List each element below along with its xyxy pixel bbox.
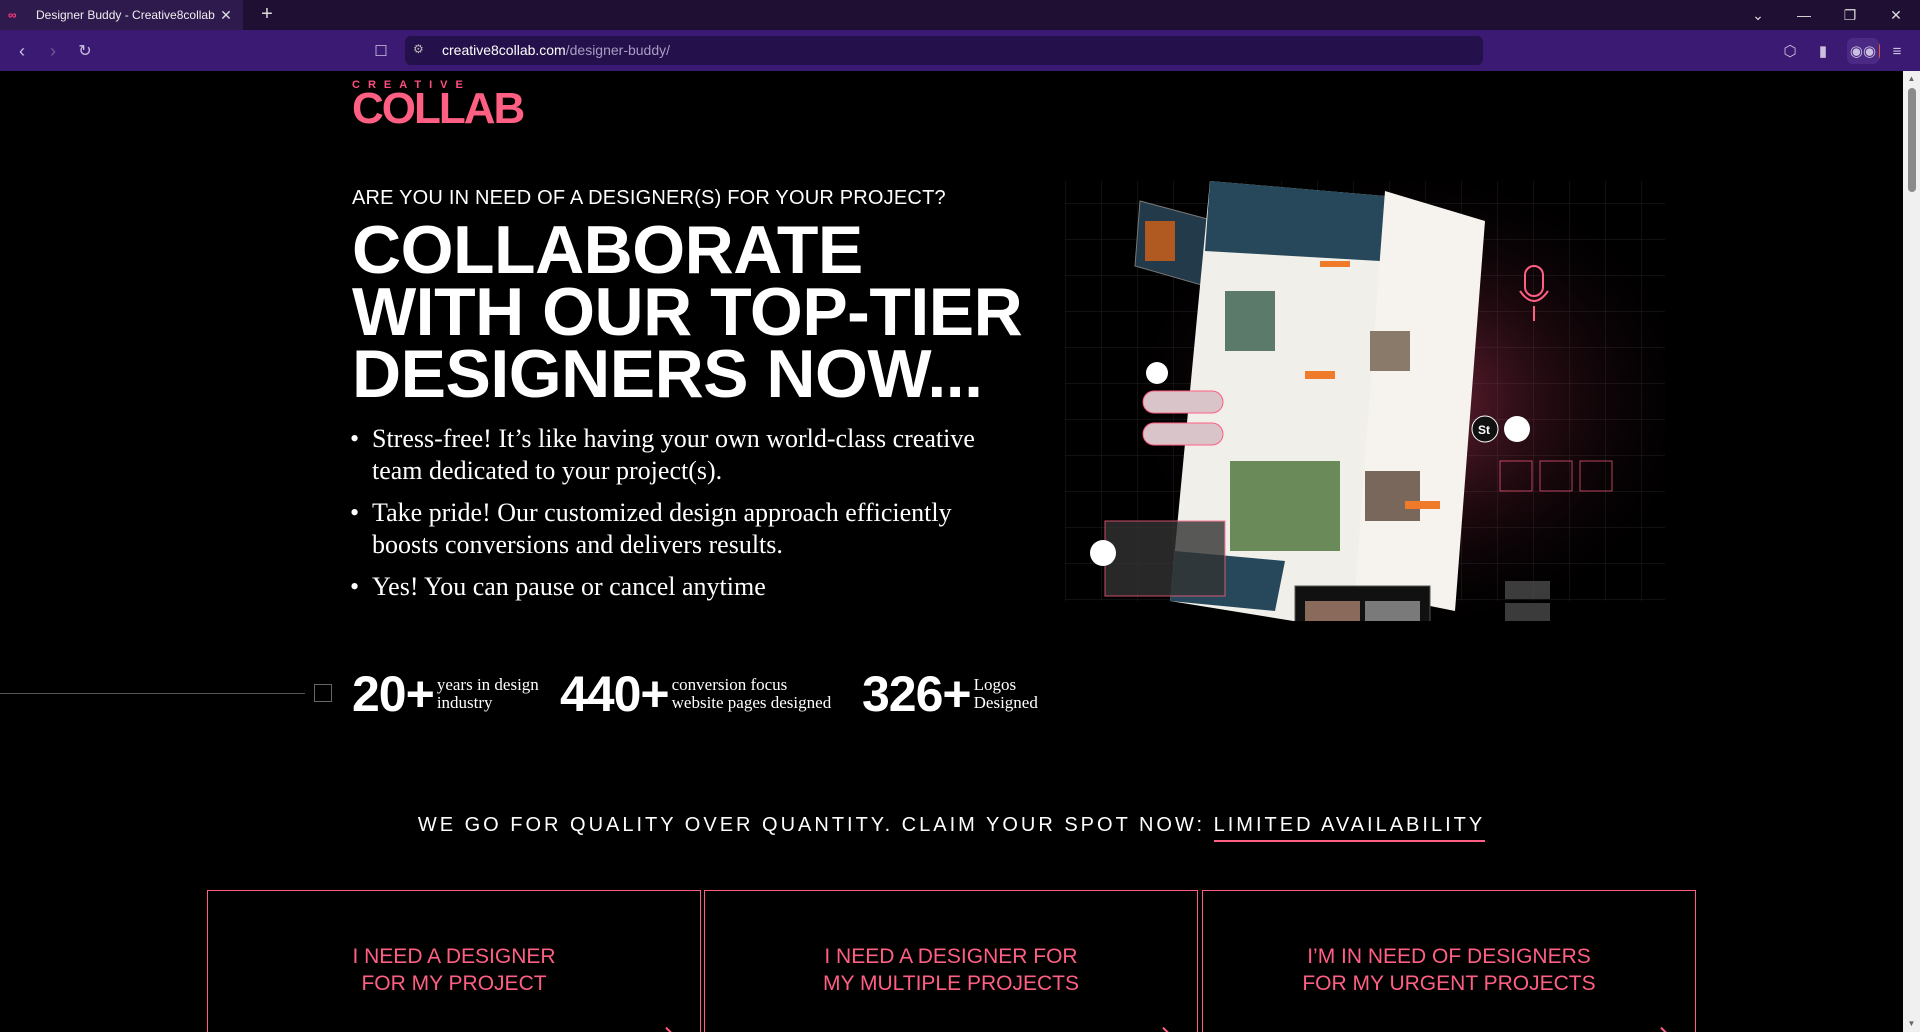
stat-label-line: industry <box>436 693 493 712</box>
stat-label-line: years in design <box>436 675 539 694</box>
bookmark-icon[interactable]: ☐ <box>368 38 394 64</box>
tab-bar: ∞ Designer Buddy - Creative8collab ✕ + ⌄… <box>0 0 1920 30</box>
tab-title: Designer Buddy - Creative8collab <box>36 8 215 22</box>
scroll-down-icon[interactable]: ▼ <box>1907 1019 1916 1028</box>
benefit-item: Take pride! Our customized design approa… <box>350 497 990 561</box>
url-path: /designer-buddy/ <box>565 42 671 58</box>
limited-availability-link[interactable]: LIMITED AVAILABILITY <box>1213 814 1486 842</box>
benefit-list: Stress-free! It’s like having your own w… <box>350 423 990 613</box>
tab-close-icon[interactable]: ✕ <box>217 7 235 24</box>
stat-number: 20+ <box>352 666 435 722</box>
site-info-icon[interactable]: ⚙ <box>413 42 429 58</box>
option-card-single-project[interactable]: I NEED A DESIGNER FOR MY PROJECT ↘ <box>207 890 701 1032</box>
hero-mockup-illustration: St <box>1065 131 1665 621</box>
stat-logos: 326+ Logos Designed <box>862 665 1038 723</box>
menu-icon[interactable]: ≡ <box>1884 38 1910 64</box>
benefit-item: Yes! You can pause or cancel anytime <box>350 571 990 603</box>
stat-label-line: conversion focus <box>671 675 788 694</box>
card-line: I NEED A DESIGNER FOR <box>824 945 1078 968</box>
new-tab-button[interactable]: + <box>256 4 278 26</box>
tab-search-chevron-icon[interactable]: ⌄ <box>1735 0 1781 30</box>
creative-collab-logo[interactable]: CREATIVE COLLAB <box>352 79 525 133</box>
divider-line <box>0 693 305 694</box>
card-line: I’M IN NEED OF DESIGNERS <box>1307 945 1591 968</box>
url-domain: creative8collab.com <box>442 42 566 58</box>
close-window-button[interactable]: ✕ <box>1873 0 1919 30</box>
toolbar: ‹ › ↻ ☐ ⚙ creative8collab.com/designer-b… <box>0 30 1920 71</box>
option-card-urgent-projects[interactable]: I’M IN NEED OF DESIGNERS FOR MY URGENT PR… <box>1202 890 1696 1032</box>
back-button[interactable]: ‹ <box>9 38 35 64</box>
card-label: I NEED A DESIGNER FOR MY PROJECT <box>352 943 555 1032</box>
card-line: I NEED A DESIGNER <box>352 945 556 968</box>
page-scrollbar[interactable]: ▲ ▼ <box>1903 71 1920 1032</box>
restore-button[interactable]: ❐ <box>1827 0 1873 30</box>
url-text: creative8collab.com/designer-buddy/ <box>442 42 670 58</box>
stat-label: years in design industry <box>437 676 539 712</box>
scrollbar-thumb[interactable] <box>1908 88 1916 192</box>
forward-button[interactable]: › <box>40 38 66 64</box>
reload-button[interactable]: ↻ <box>72 38 98 64</box>
site-favicon-icon: ∞ <box>8 8 17 22</box>
logo-main-text: COLLAB <box>352 84 525 133</box>
stat-label-line: Designed <box>973 693 1038 712</box>
arrow-icon: ↘ <box>662 1019 682 1032</box>
stat-label: conversion focus website pages designed <box>672 676 832 712</box>
address-bar[interactable]: ⚙ creative8collab.com/designer-buddy/ 2 <box>405 36 1880 65</box>
extensions-icon[interactable]: ⬡ <box>1777 38 1803 64</box>
arrow-icon: ↘ <box>1159 1019 1179 1032</box>
browser-tab-active[interactable]: ∞ Designer Buddy - Creative8collab ✕ <box>0 0 243 30</box>
stat-years: 20+ years in design industry <box>352 665 539 723</box>
card-label: I’M IN NEED OF DESIGNERS FOR MY URGENT PR… <box>1302 943 1595 1032</box>
stat-pages: 440+ conversion focus website pages desig… <box>560 665 831 723</box>
web-page: CREATIVE COLLAB ARE YOU IN NEED OF A DES… <box>0 71 1903 1032</box>
arrow-icon: ↘ <box>1657 1019 1677 1032</box>
card-line: FOR MY URGENT PROJECTS <box>1302 972 1596 995</box>
card-line: FOR MY PROJECT <box>361 972 547 995</box>
slider-indicator[interactable] <box>314 684 332 702</box>
stat-label-line: website pages designed <box>671 693 832 712</box>
benefit-item: Stress-free! It’s like having your own w… <box>350 423 990 487</box>
minimize-button[interactable]: — <box>1781 0 1827 30</box>
option-card-multiple-projects[interactable]: I NEED A DESIGNER FOR MY MULTIPLE PROJECT… <box>704 890 1198 1032</box>
availability-tagline: WE GO FOR QUALITY OVER QUANTITY. CLAIM Y… <box>0 814 1903 842</box>
card-line: MY MULTIPLE PROJECTS <box>823 972 1079 995</box>
card-label: I NEED A DESIGNER FOR MY MULTIPLE PROJECT… <box>823 943 1079 1032</box>
hero-eyebrow: ARE YOU IN NEED OF A DESIGNER(S) FOR YOU… <box>352 187 946 209</box>
hero-headline: COLLABORATE WITH OUR TOP-TIER DESIGNERS … <box>352 216 1072 408</box>
stat-label: Logos Designed <box>974 676 1038 712</box>
tagline-text: WE GO FOR QUALITY OVER QUANTITY. CLAIM Y… <box>417 814 1214 836</box>
vpn-glasses-icon[interactable]: ◉◉ <box>1847 38 1879 64</box>
stat-number: 440+ <box>560 666 670 722</box>
scroll-up-icon[interactable]: ▲ <box>1907 74 1916 83</box>
sidebar-icon[interactable]: ▮ <box>1810 38 1836 64</box>
stat-number: 326+ <box>862 666 972 722</box>
headline-line-3: DESIGNERS NOW... <box>352 336 983 412</box>
svg-text:St: St <box>1478 423 1490 437</box>
stat-label-line: Logos <box>973 675 1017 694</box>
